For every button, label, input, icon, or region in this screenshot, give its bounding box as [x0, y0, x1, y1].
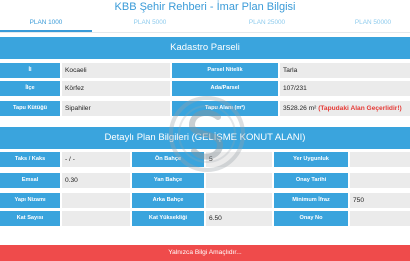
tab-plan-50000[interactable]: PLAN 50000 — [336, 15, 410, 32]
onay-no-label: Onay No — [274, 211, 348, 226]
tab-plan-5000[interactable]: PLAN 5000 — [108, 15, 192, 32]
alan-label: Tapu Alanı (m²) — [172, 101, 278, 116]
kat-yuksekligi-label: Kat Yüksekliği — [132, 211, 204, 226]
taks-kaks-value: - / - — [62, 152, 130, 167]
on-bahce-label: Ön Bahçe — [132, 152, 204, 167]
onay-tarihi-value — [350, 173, 410, 188]
onay-no-value — [350, 211, 410, 226]
kadastro-section-header: Kadastro Parseli — [0, 37, 410, 59]
plan-section-header: Detaylı Plan Bilgileri (GELİŞME KONUT AL… — [0, 127, 410, 149]
kat-sayisi-value — [62, 211, 130, 226]
tab-plan-25000[interactable]: PLAN 25000 — [224, 15, 310, 32]
emsal-label: Emsal — [0, 173, 60, 188]
tapu-kutugu-label: Tapu Kütüğü — [0, 101, 60, 116]
on-bahce-value: 5 — [206, 152, 272, 167]
tabs-divider — [0, 32, 410, 33]
il-value: Kocaeli — [62, 63, 170, 78]
info-only-notice: Yalnızca Bilgi Amaçlıdır... — [0, 245, 410, 261]
kat-yuksekligi-value: 6.50 — [206, 211, 272, 226]
yer-uygunluk-value — [350, 152, 410, 167]
yan-bahce-value — [206, 173, 272, 188]
minimum-ifraz-label: Minimum İfraz — [274, 193, 348, 208]
onay-tarihi-label: Onay Tarihi — [274, 173, 348, 188]
ilce-label: İlçe — [0, 81, 60, 96]
yapi-nizami-value — [62, 193, 130, 208]
emsal-value: 0.30 — [62, 173, 130, 188]
il-label: İl — [0, 63, 60, 78]
alan-note: (Tapudaki Alan Geçerlidir!) — [318, 105, 402, 112]
alan-value: 3528.26 m² (Tapudaki Alan Geçerlidir!) — [280, 101, 410, 116]
alan-value-text: 3528.26 m² — [283, 105, 317, 112]
tapu-kutugu-value: Sipahiler — [62, 101, 170, 116]
parsel-nitelik-value: Tarla — [280, 63, 410, 78]
app-title: KBB Şehir Rehberi - İmar Plan Bilgisi — [114, 1, 296, 13]
taks-kaks-label: Taks / Kaks — [0, 152, 60, 167]
yapi-nizami-label: Yapı Nizamı — [0, 193, 60, 208]
yan-bahce-label: Yan Bahçe — [132, 173, 204, 188]
ada-parsel-label: Ada/Parsel — [172, 81, 278, 96]
ilce-value: Körfez — [62, 81, 170, 96]
yer-uygunluk-label: Yer Uygunluk — [274, 152, 348, 167]
parsel-nitelik-label: Parsel Nitelik — [172, 63, 278, 78]
kat-sayisi-label: Kat Sayısı — [0, 211, 60, 226]
ada-parsel-value: 107/231 — [280, 81, 410, 96]
minimum-ifraz-value: 750 — [350, 193, 410, 208]
arka-bahce-value — [206, 193, 272, 208]
arka-bahce-label: Arka Bahçe — [132, 193, 204, 208]
